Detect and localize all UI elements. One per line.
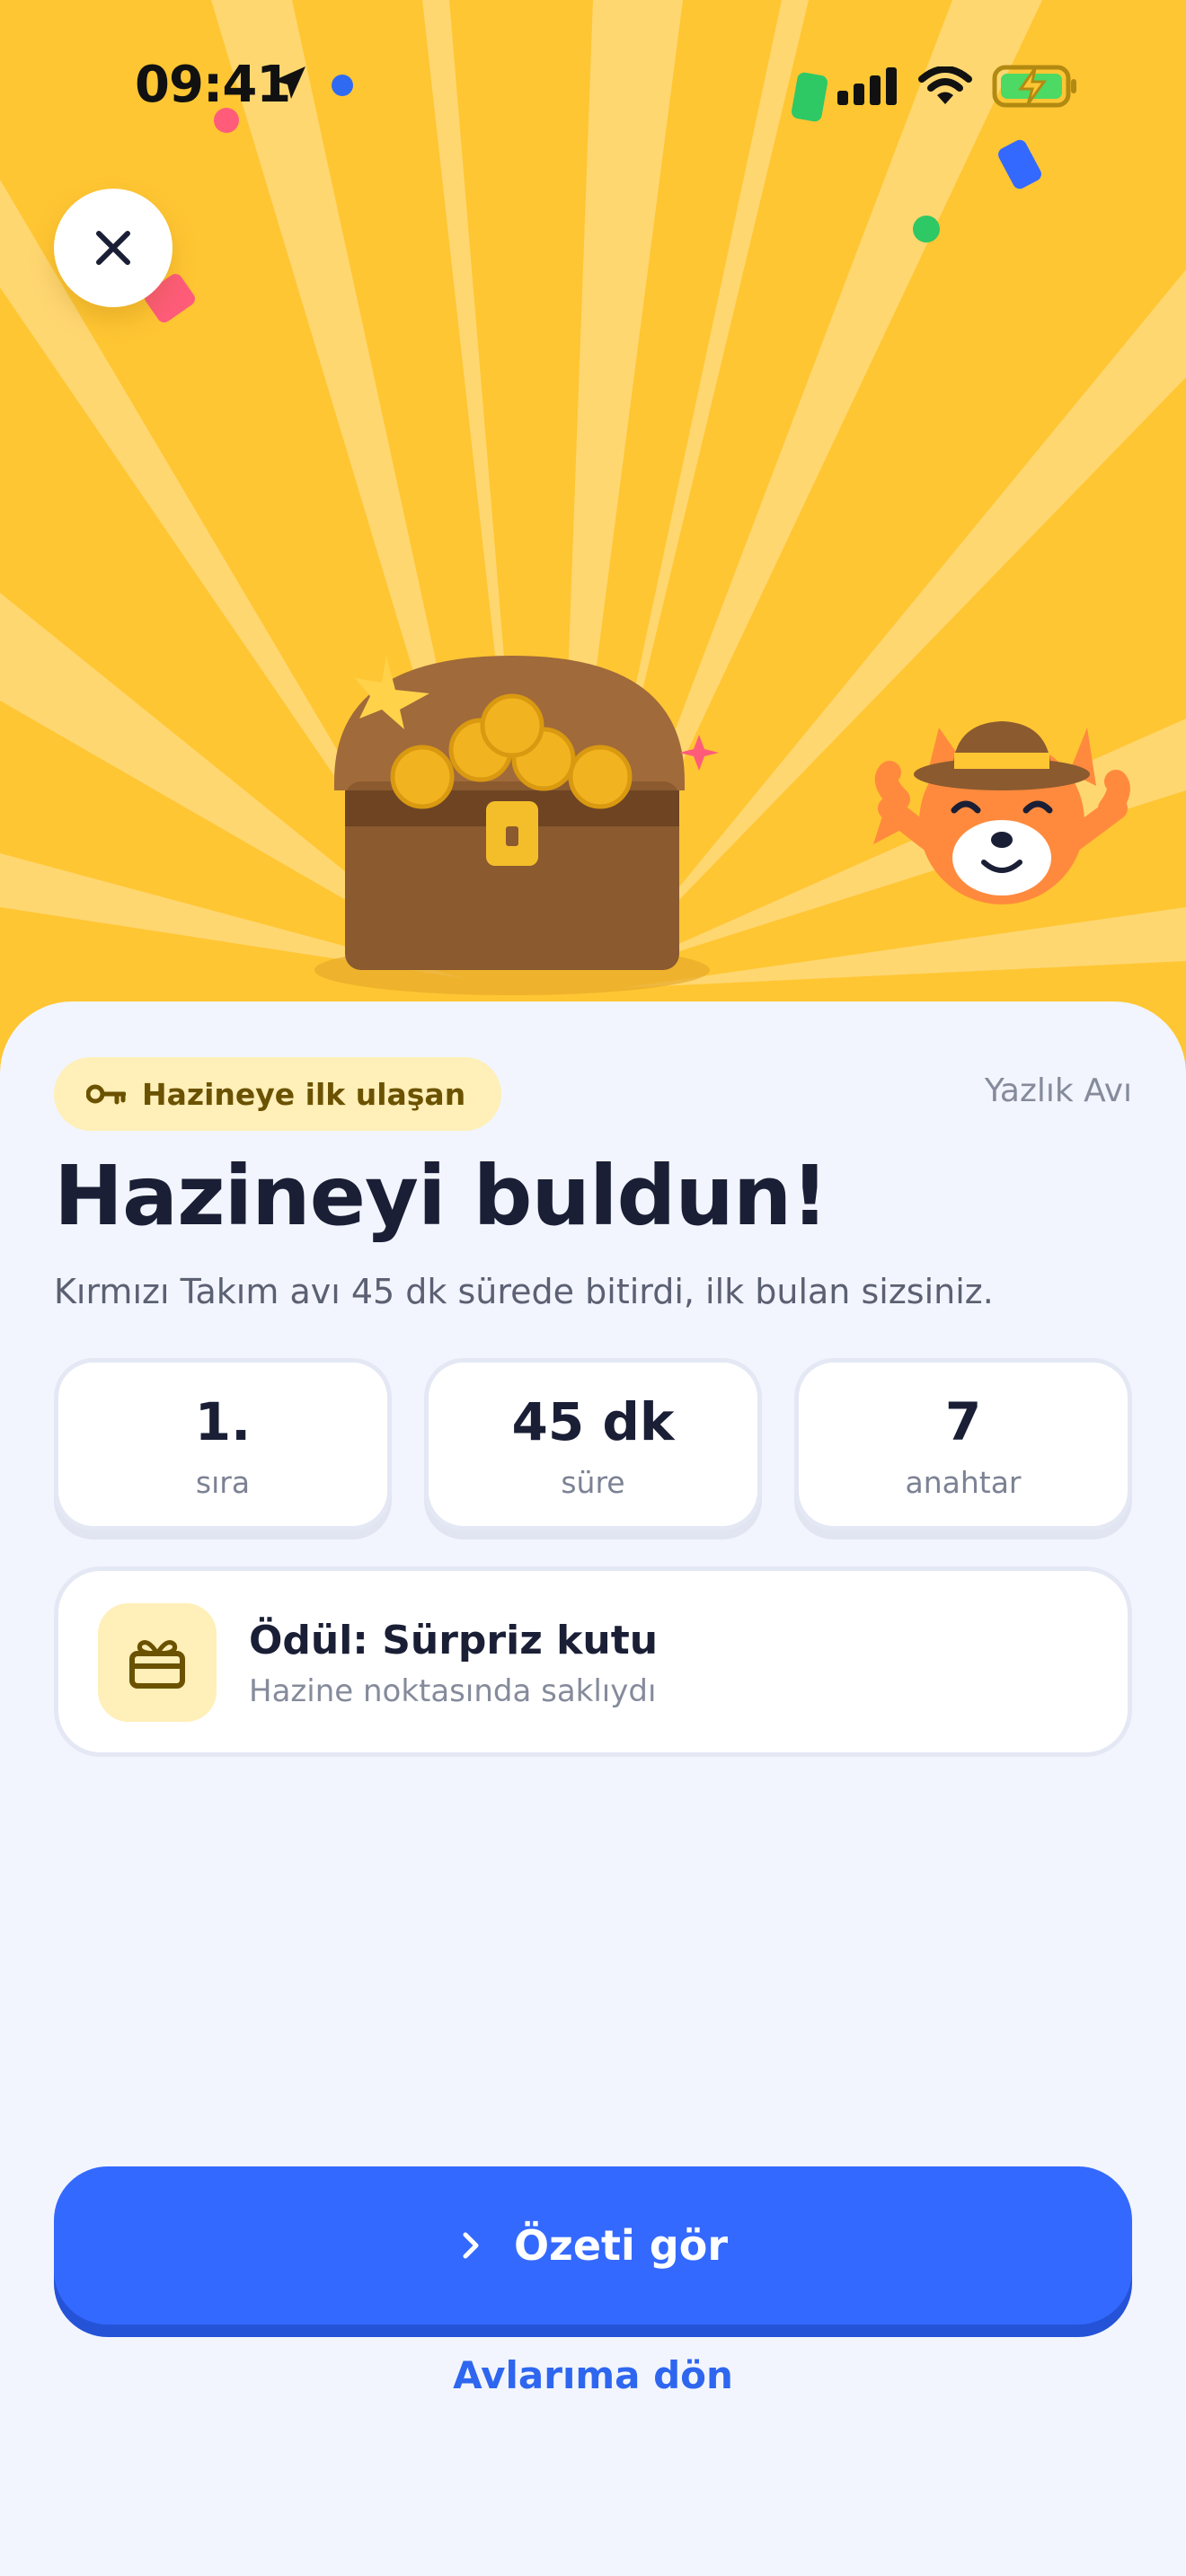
view-summary-label: Özeti gör bbox=[513, 2221, 729, 2270]
stat-value: 45 dk bbox=[511, 1391, 675, 1452]
close-icon bbox=[96, 231, 130, 265]
first-finder-badge: Hazineye ilk ulaşan bbox=[54, 1057, 502, 1131]
result-summary: Kırmızı Takım avı 45 dk sürede bitirdi, … bbox=[54, 1272, 994, 1311]
treasure-chest-illustration bbox=[314, 656, 719, 995]
gift-icon bbox=[129, 1640, 185, 1689]
stat-value: 7 bbox=[944, 1391, 982, 1452]
stat-rank: 1. sıra bbox=[54, 1358, 392, 1531]
stat-value: 1. bbox=[194, 1391, 252, 1452]
hunt-name: Yazlık Avı bbox=[984, 1072, 1132, 1109]
chevron-right-icon bbox=[463, 2232, 479, 2259]
view-summary-button[interactable]: Özeti gör bbox=[54, 2166, 1132, 2325]
hero-illustration: 09:41 bbox=[0, 0, 1186, 1078]
screen: 09:41 Hazineye ilk ulaşan Yazlık Avı Haz… bbox=[0, 0, 1186, 2576]
key-icon bbox=[86, 1084, 126, 1105]
location-arrow-icon bbox=[273, 66, 305, 99]
back-to-hunts-link[interactable]: Avlarıma dön bbox=[0, 2353, 1186, 2397]
wifi-icon bbox=[918, 66, 972, 104]
badge-label: Hazineye ilk ulaşan bbox=[142, 1076, 466, 1112]
cellular-signal-icon bbox=[837, 67, 897, 105]
status-time: 09:41 bbox=[135, 56, 291, 114]
status-indicators bbox=[837, 65, 1078, 108]
reward-icon-container bbox=[98, 1603, 217, 1722]
reward-title: Ödül: Sürpriz kutu bbox=[249, 1618, 659, 1663]
reward-description: Hazine noktasında saklıydı bbox=[249, 1673, 657, 1709]
battery-charging-icon bbox=[992, 65, 1076, 108]
page-title: Hazineyi buldun! bbox=[54, 1148, 828, 1244]
reward-card: Ödül: Sürpriz kutu Hazine noktasında sak… bbox=[54, 1566, 1132, 1757]
status-bar: 09:41 bbox=[0, 0, 1186, 171]
stat-label: süre bbox=[561, 1465, 625, 1500]
stat-keys: 7 anahtar bbox=[794, 1358, 1132, 1531]
stat-label: anahtar bbox=[905, 1465, 1022, 1500]
stat-duration: 45 dk süre bbox=[424, 1358, 762, 1531]
confetti-dot bbox=[913, 216, 940, 243]
stat-label: sıra bbox=[195, 1465, 251, 1500]
close-button[interactable] bbox=[54, 189, 173, 307]
